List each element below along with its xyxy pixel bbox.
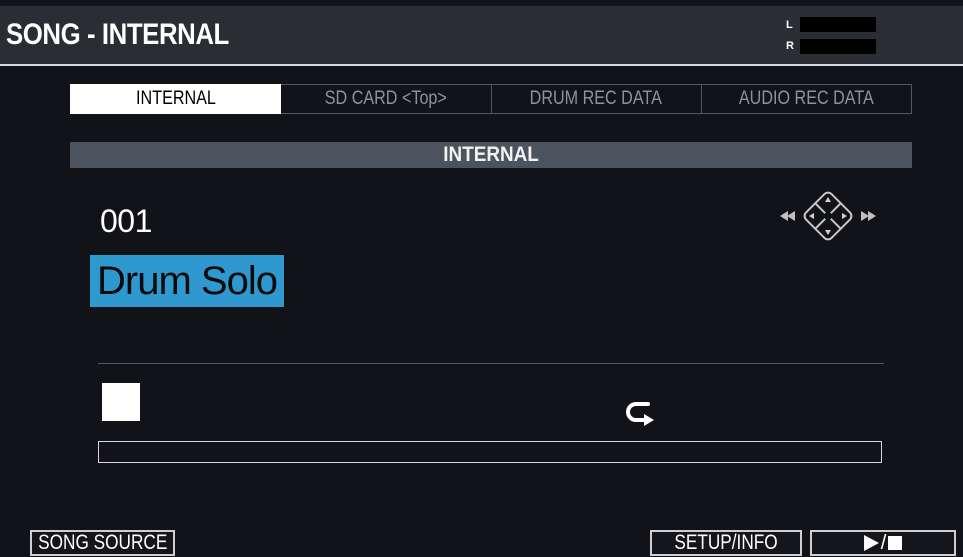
section-header: INTERNAL <box>70 142 912 168</box>
song-name[interactable]: Drum Solo <box>90 255 284 307</box>
setup-info-label: SETUP/INFO <box>674 531 778 554</box>
loop-icon <box>626 402 654 426</box>
meter-right-label: R <box>786 40 794 52</box>
tab-sd-card[interactable]: SD CARD <Top> <box>281 84 492 114</box>
play-stop-icon: / <box>863 533 903 553</box>
song-internal-screen: SONG - INTERNAL L R INTERNAL SD CARD <To… <box>0 0 963 557</box>
meter-right-bar <box>800 39 876 54</box>
source-tabs: INTERNAL SD CARD <Top> DRUM REC DATA AUD… <box>70 84 912 114</box>
play-stop-button[interactable]: / <box>810 530 956 556</box>
section-title: INTERNAL <box>443 143 539 166</box>
tab-internal[interactable]: INTERNAL <box>70 84 282 114</box>
tab-drum-rec-data[interactable]: DRUM REC DATA <box>491 84 702 114</box>
playback-progress-bar <box>98 441 882 463</box>
meter-left-label: L <box>786 19 793 31</box>
song-number: 001 <box>100 203 152 239</box>
setup-info-button[interactable]: SETUP/INFO <box>650 530 802 556</box>
tab-label: INTERNAL <box>135 88 216 109</box>
divider <box>98 363 884 364</box>
stop-icon <box>102 383 140 421</box>
page-title: SONG - INTERNAL <box>6 18 229 51</box>
meter-left-bar <box>800 17 876 32</box>
tab-label: SD CARD <Top> <box>324 88 447 109</box>
tab-audio-rec-data[interactable]: AUDIO REC DATA <box>701 84 912 114</box>
title-bar: SONG - INTERNAL L R <box>0 6 963 66</box>
cursor-dpad-icon <box>780 191 876 241</box>
level-meter: L R <box>786 16 878 60</box>
tab-label: AUDIO REC DATA <box>738 88 874 109</box>
song-source-label: SONG SOURCE <box>37 531 168 554</box>
song-source-button[interactable]: SONG SOURCE <box>30 530 175 556</box>
tab-label: DRUM REC DATA <box>530 88 663 109</box>
